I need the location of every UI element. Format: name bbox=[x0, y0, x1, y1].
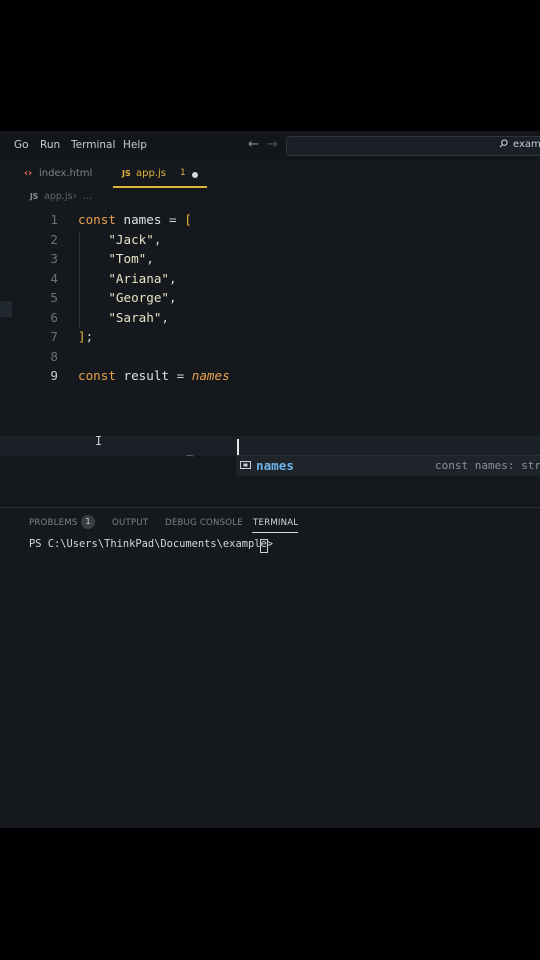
code-token: "Ariana" bbox=[108, 270, 170, 286]
suggest-widget[interactable]: names const names: str bbox=[236, 455, 540, 476]
suggest-item-detail: const names: str bbox=[435, 459, 540, 472]
suggest-item-label[interactable]: names bbox=[256, 458, 294, 473]
menu-help[interactable]: Help bbox=[123, 139, 147, 151]
menu-run[interactable]: Run bbox=[40, 139, 60, 151]
bottom-panel: PROBLEMS 1 OUTPUT DEBUG CONSOLE TERMINAL… bbox=[0, 507, 540, 828]
code-token: "Tom" bbox=[108, 251, 147, 266]
code-text: "Jack", bbox=[78, 232, 161, 247]
menu-bar: Go Run Terminal Help ← → examp bbox=[0, 131, 540, 160]
code-token: , bbox=[161, 309, 170, 325]
code-token: , bbox=[169, 270, 177, 286]
search-text: examp bbox=[513, 139, 540, 150]
code-editor[interactable]: 1 const names = [2 "Jack", 3 "Tom", 4 "Aria… bbox=[0, 207, 540, 507]
terminal-prompt[interactable]: PS C:\Users\ThinkPad\Documents\example> bbox=[29, 538, 279, 550]
command-center-search[interactable]: examp bbox=[286, 136, 540, 156]
code-line[interactable]: 5 "George", bbox=[0, 289, 540, 308]
code-text: "Sarah", bbox=[78, 310, 169, 325]
code-token: ] bbox=[78, 329, 86, 344]
code-line[interactable]: 1 const names = [ bbox=[0, 211, 540, 230]
code-token: , bbox=[153, 231, 162, 247]
code-text: "George", bbox=[78, 290, 177, 305]
line-number: 3 bbox=[50, 251, 58, 266]
code-token: "George" bbox=[108, 290, 170, 305]
forward-arrow-icon[interactable]: → bbox=[267, 137, 278, 152]
line-number: 8 bbox=[50, 348, 58, 364]
code-token: , bbox=[169, 290, 177, 305]
line-number: 5 bbox=[50, 290, 58, 305]
back-arrow-icon[interactable]: ← bbox=[248, 137, 259, 152]
code-token: "Jack" bbox=[108, 231, 154, 247]
line-number: 7 bbox=[50, 329, 58, 344]
breadcrumb-separator: › bbox=[73, 191, 77, 202]
line-number: 9 bbox=[50, 368, 58, 383]
breadcrumb-file[interactable]: app.js bbox=[44, 191, 73, 202]
current-line-highlight bbox=[0, 436, 540, 456]
tab-debug-console[interactable]: DEBUG CONSOLE bbox=[165, 518, 243, 528]
code-line[interactable]: 7]; bbox=[0, 328, 540, 347]
squiggle-hint: ⁔ bbox=[186, 447, 194, 457]
text-caret bbox=[237, 439, 239, 455]
code-token: names bbox=[123, 212, 162, 227]
menu-terminal[interactable]: Terminal bbox=[71, 139, 115, 151]
code-line[interactable]: 4 "Ariana", bbox=[0, 270, 540, 289]
code-line[interactable]: 3 "Tom", bbox=[0, 250, 540, 269]
problems-count: 1 bbox=[180, 168, 186, 178]
menu-go[interactable]: Go bbox=[14, 139, 29, 151]
code-token: = bbox=[161, 212, 185, 227]
code-token: const bbox=[78, 368, 116, 383]
search-icon bbox=[499, 139, 508, 148]
code-line[interactable]: 2 "Jack", bbox=[0, 231, 540, 250]
line-number: 2 bbox=[50, 231, 58, 247]
code-token: "Sarah" bbox=[108, 309, 162, 325]
code-token: const bbox=[78, 212, 116, 227]
code-token: result bbox=[123, 368, 170, 383]
code-token: names bbox=[191, 368, 230, 383]
html-icon: ‹› bbox=[24, 168, 33, 179]
line-number: 4 bbox=[50, 270, 58, 286]
variable-icon bbox=[240, 461, 251, 469]
code-token: , bbox=[146, 251, 154, 266]
line-number: 6 bbox=[50, 309, 58, 325]
terminal-cursor bbox=[260, 539, 268, 553]
terminal-tab-indicator bbox=[252, 532, 298, 533]
tab-output[interactable]: OUTPUT bbox=[112, 518, 148, 528]
line-number: 1 bbox=[50, 212, 58, 227]
vscode-window: Go Run Terminal Help ← → examp ‹› index.… bbox=[0, 131, 540, 828]
code-line[interactable]: 6 "Sarah", bbox=[0, 309, 540, 328]
breadcrumb: JS app.js › ... bbox=[0, 189, 540, 205]
tab-problems[interactable]: PROBLEMS bbox=[29, 518, 78, 528]
code-text: ]; bbox=[78, 329, 93, 344]
mouse-text-cursor-icon: I bbox=[95, 434, 103, 448]
code-token: [ bbox=[184, 212, 192, 227]
problems-badge: 1 bbox=[81, 515, 95, 529]
code-line[interactable]: 9 const result = names bbox=[0, 367, 540, 386]
tab-terminal[interactable]: TERMINAL bbox=[253, 518, 298, 528]
breadcrumb-more[interactable]: ... bbox=[83, 191, 92, 202]
unsaved-dot-icon[interactable] bbox=[192, 172, 198, 178]
code-line[interactable]: 8 bbox=[0, 348, 540, 367]
tab-label: index.html bbox=[39, 168, 93, 179]
code-text: "Tom", bbox=[78, 251, 154, 266]
tab-label: app.js bbox=[136, 168, 166, 179]
code-text: const result = names bbox=[78, 368, 230, 383]
code-token: = bbox=[169, 368, 192, 383]
editor-tab-bar: ‹› index.html JS app.js 1 bbox=[0, 160, 540, 189]
code-text: const names = [ bbox=[78, 212, 192, 227]
code-token: ; bbox=[85, 329, 94, 344]
js-breadcrumb-icon: JS bbox=[30, 192, 39, 201]
tab-index-html[interactable]: ‹› index.html bbox=[18, 160, 108, 189]
tab-app-js[interactable]: JS app.js 1 bbox=[113, 160, 207, 189]
active-tab-indicator bbox=[113, 186, 207, 188]
js-icon: JS bbox=[122, 169, 131, 178]
code-text: "Ariana", bbox=[78, 270, 177, 286]
